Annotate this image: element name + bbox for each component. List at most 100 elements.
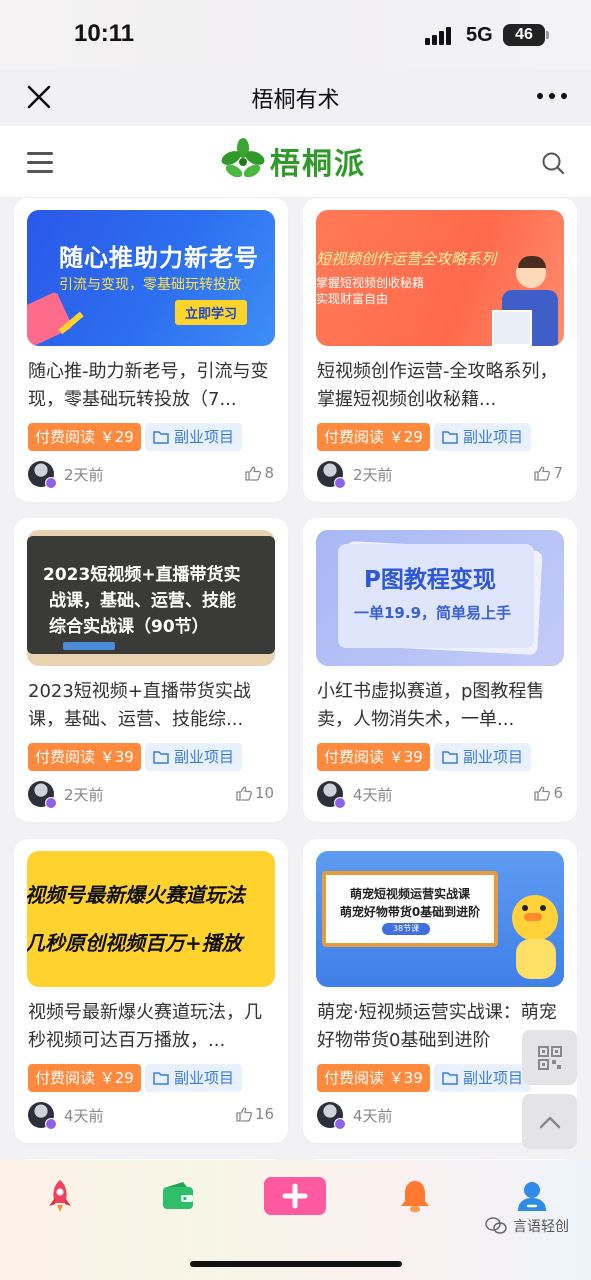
thumb-title: 短视频创作运营全攻略系列 (316, 250, 497, 268)
avatar (317, 781, 346, 809)
thumb-title: 随心推助力新老号 (59, 244, 259, 272)
avatar (317, 461, 346, 489)
article-thumbnail: 随心推助力新老号 引流与变现，零基础玩转投放 立即学习 (27, 210, 275, 346)
avatar (28, 1102, 57, 1130)
thumb-line-2: 几秒原创视频百万+播放 (27, 931, 242, 955)
article-thumbnail: 萌宠短视频运营实战课 萌宠好物带货0基础到进阶 38节课 (316, 851, 564, 987)
article-title[interactable]: 小红书虚拟赛道，p图教程售卖，人物消失术，一单... (317, 678, 565, 734)
category-label: 副业项目 (463, 428, 524, 446)
article-title[interactable]: 短视频创作运营-全攻略系列，掌握短视频创收秘籍... (317, 358, 565, 414)
article-thumbnail: P图教程变现 一单19.9，简单易上手 (316, 530, 564, 666)
logo-text: 梧桐派 (270, 147, 366, 182)
qr-code-button[interactable] (522, 1030, 577, 1085)
thumbs-up-icon (236, 786, 252, 801)
category-label: 副业项目 (174, 428, 235, 446)
article-card[interactable]: 2023短视频+直播带货实 战课，基础、运营、技能 综合实战课（90节） 202… (14, 518, 288, 822)
folder-icon (153, 751, 169, 764)
leaf-logo-icon (221, 138, 265, 178)
article-title[interactable]: 视频号最新爆火赛道玩法，几秒视频可达百万播放，... (28, 999, 276, 1055)
thumbs-up-icon (236, 1107, 252, 1122)
post-time: 2天前 (353, 466, 393, 484)
folder-icon (442, 1072, 458, 1085)
thumb-line-1: 2023短视频+直播带货实 (43, 565, 241, 585)
home-indicator (190, 1261, 402, 1267)
search-icon[interactable] (541, 151, 565, 179)
folder-icon (153, 431, 169, 444)
price-tag: 付费阅读 ￥29 (317, 423, 430, 451)
thumbs-up-icon (245, 466, 262, 481)
wallet-icon (163, 1182, 193, 1209)
tab-notifications[interactable] (395, 1176, 435, 1216)
category-tag[interactable]: 副业项目 (145, 743, 243, 771)
back-to-top-button[interactable] (522, 1094, 577, 1149)
avatar (28, 461, 57, 489)
category-tag[interactable]: 副业项目 (434, 423, 532, 451)
like-count[interactable]: 8 (245, 464, 274, 482)
site-logo[interactable]: 梧桐派 (220, 138, 366, 184)
category-tag[interactable]: 副业项目 (145, 423, 243, 451)
like-count[interactable]: 16 (236, 1105, 274, 1123)
folder-icon (442, 431, 458, 444)
category-label: 副业项目 (463, 1069, 524, 1087)
category-tag[interactable]: 副业项目 (145, 1064, 243, 1092)
category-tag[interactable]: 副业项目 (434, 1064, 532, 1092)
article-card[interactable]: 短视频创作运营全攻略系列 掌握短视频创收秘籍 实现财富自由 短视频创作运营-全攻… (303, 198, 577, 502)
folder-icon (153, 1072, 169, 1085)
menu-icon[interactable] (27, 152, 53, 174)
thumb-subtitle: 引流与变现，零基础玩转投放 (59, 277, 241, 293)
tab-home[interactable] (40, 1176, 80, 1216)
rocket-icon (49, 1180, 71, 1212)
like-count[interactable]: 7 (534, 464, 563, 482)
article-thumbnail: 2023短视频+直播带货实 战课，基础、运营、技能 综合实战课（90节） (27, 530, 275, 666)
page-title: 梧桐有术 (251, 88, 340, 113)
avatar (28, 781, 57, 809)
site-header: 梧桐派 (0, 126, 591, 198)
user-icon (518, 1182, 546, 1211)
network-type: 5G (466, 24, 493, 46)
nav-bar: 梧桐有术 (0, 70, 591, 126)
battery-icon: 46 (503, 24, 549, 46)
price-tag: 付费阅读 ￥29 (28, 423, 141, 451)
like-number: 6 (553, 784, 563, 802)
category-label: 副业项目 (174, 748, 235, 766)
article-thumbnail: 视频号最新爆火赛道玩法 几秒原创视频百万+播放 (27, 851, 275, 987)
avatar (317, 1102, 346, 1130)
article-title[interactable]: 2023短视频+直播带货实战课，基础、运营、技能综... (28, 678, 276, 734)
thumb-subtitle: 掌握短视频创收秘籍 (316, 276, 425, 290)
signal-icon (425, 27, 457, 45)
tab-profile[interactable] (512, 1176, 552, 1216)
article-card[interactable]: P图教程变现 一单19.9，简单易上手 小红书虚拟赛道，p图教程售卖，人物消失术… (303, 518, 577, 822)
article-title[interactable]: 随心推-助力新老号，引流与变现，零基础玩转投放（7... (28, 358, 276, 414)
thumbs-up-icon (534, 786, 551, 801)
like-count[interactable]: 10 (236, 784, 274, 802)
article-card[interactable]: 视频号最新爆火赛道玩法 几秒原创视频百万+播放 视频号最新爆火赛道玩法，几秒视频… (14, 839, 288, 1143)
thumbs-up-icon (534, 466, 551, 481)
like-number: 7 (553, 464, 563, 482)
price-tag: 付费阅读 ￥39 (317, 743, 430, 771)
price-tag: 付费阅读 ￥29 (28, 1064, 141, 1092)
watermark: 言语轻创 (485, 1216, 569, 1236)
folder-icon (442, 751, 458, 764)
thumb-line-2: 萌宠好物带货0基础到进阶 (339, 905, 481, 919)
like-number: 10 (254, 784, 274, 802)
price-tag: 付费阅读 ￥39 (317, 1064, 430, 1092)
wechat-icon (485, 1217, 507, 1234)
like-count[interactable]: 6 (534, 784, 563, 802)
more-icon[interactable] (537, 92, 567, 100)
like-number: 8 (264, 464, 274, 482)
thumb-line-3: 综合实战课（90节） (49, 617, 209, 637)
chevron-up-icon (539, 1116, 560, 1128)
tab-add[interactable] (263, 1176, 327, 1216)
thumb-title: P图教程变现 (364, 567, 496, 593)
status-bar: 10:11 5G 46 (0, 0, 591, 70)
article-card[interactable]: 随心推助力新老号 引流与变现，零基础玩转投放 立即学习 随心推-助力新老号，引流… (14, 198, 288, 502)
status-time: 10:11 (74, 20, 135, 47)
tab-wallet[interactable] (158, 1176, 198, 1216)
thumb-subtitle: 一单19.9，简单易上手 (354, 604, 512, 622)
thumb-line-2: 战课，基础、运营、技能 (49, 591, 236, 611)
article-grid: 随心推助力新老号 引流与变现，零基础玩转投放 立即学习 随心推-助力新老号，引流… (0, 198, 591, 1160)
thumb-line-1: 萌宠短视频运营实战课 (349, 887, 470, 901)
category-tag[interactable]: 副业项目 (434, 743, 532, 771)
price-tag: 付费阅读 ￥39 (28, 743, 141, 771)
thumb-subtitle-2: 实现财富自由 (316, 292, 389, 306)
